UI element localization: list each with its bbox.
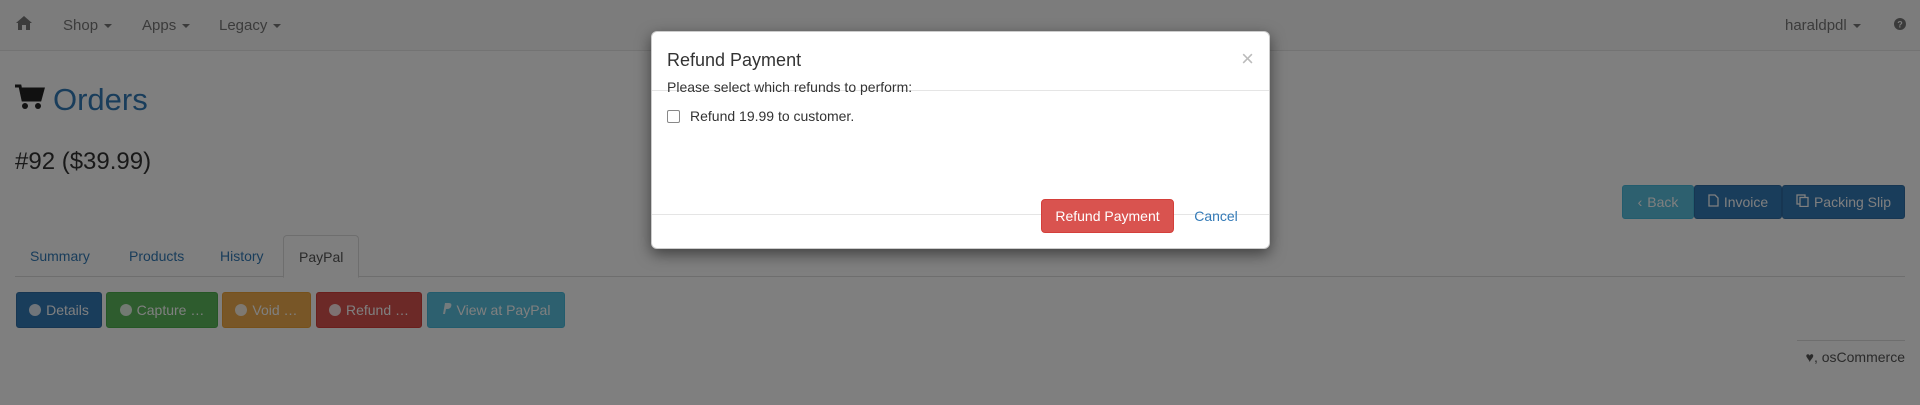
- cancel-button[interactable]: Cancel: [1182, 199, 1250, 233]
- refund-payment-modal: Refund Payment × Please select which ref…: [651, 31, 1270, 249]
- refund-option-label: Refund 19.99 to customer.: [690, 108, 855, 124]
- refund-checkbox[interactable]: [667, 109, 680, 123]
- refund-payment-button[interactable]: Refund Payment: [1041, 199, 1174, 233]
- refund-option[interactable]: Refund 19.99 to customer.: [667, 108, 854, 124]
- close-icon[interactable]: ×: [1241, 46, 1254, 72]
- refund-prompt: Please select which refunds to perform:: [667, 79, 913, 95]
- modal-title: Refund Payment: [667, 50, 802, 70]
